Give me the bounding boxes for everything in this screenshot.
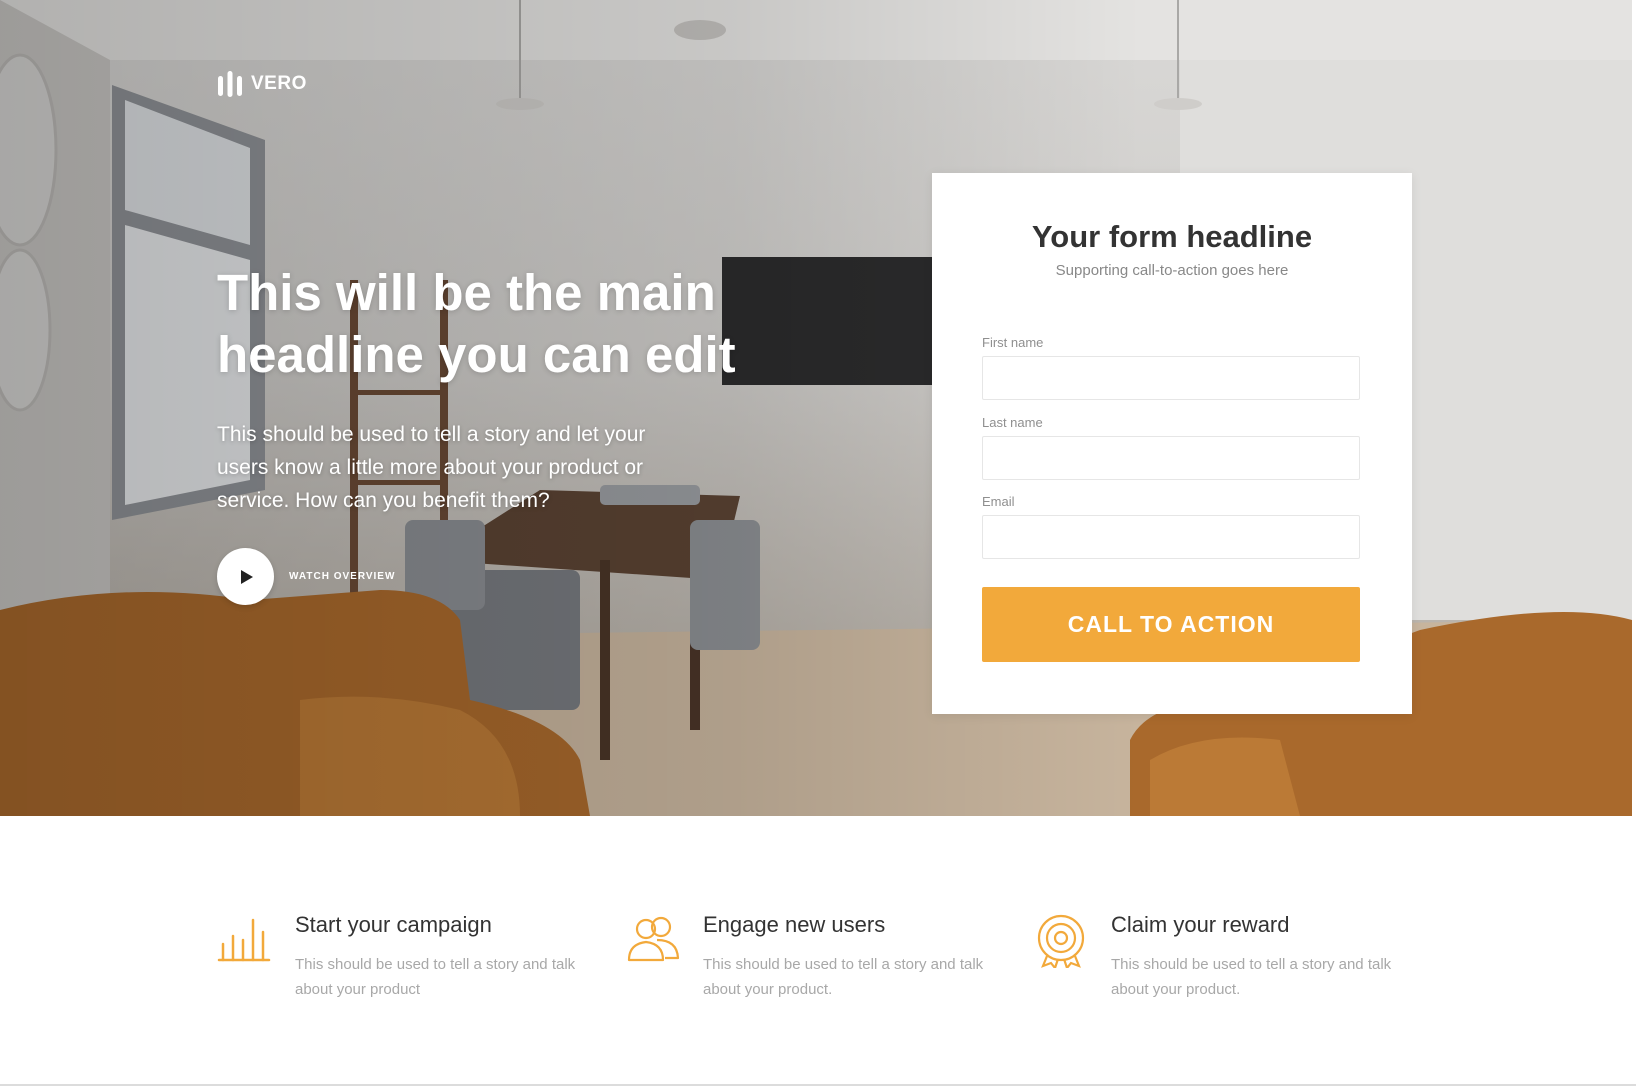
hero-section: VERO This will be the main headline you … xyxy=(0,0,1632,816)
hero-body-text: This should be used to tell a story and … xyxy=(217,423,646,512)
last-name-label: Last name xyxy=(982,415,1043,430)
users-icon xyxy=(627,916,680,962)
feature-title: Claim your reward xyxy=(1111,912,1290,937)
form-headline: Your form headline xyxy=(1031,219,1313,254)
hero-headline: This will be the main headline you can e… xyxy=(217,264,736,383)
page-bottom-divider xyxy=(0,1084,1636,1086)
watch-overview-label: WATCH OVERVIEW xyxy=(289,571,396,582)
brand-logo[interactable]: VERO xyxy=(217,70,307,98)
first-name-field[interactable] xyxy=(982,356,1360,400)
feature-item: Claim your reward This should be used to… xyxy=(1033,912,1423,1022)
feature-description: This should be used to tell a story and … xyxy=(1111,956,1392,998)
feature-description: This should be used to tell a story and … xyxy=(703,956,984,998)
watch-overview-link[interactable]: WATCH OVERVIEW xyxy=(217,548,395,605)
play-button[interactable] xyxy=(217,548,274,605)
bar-chart-icon xyxy=(217,918,271,962)
feature-item: Engage new users This should be used to … xyxy=(625,912,1015,1022)
features-section: Start your campaign This should be used … xyxy=(0,816,1636,1088)
brand-name: VERO xyxy=(251,73,307,94)
first-name-label: First name xyxy=(982,335,1044,350)
feature-title: Start your campaign xyxy=(295,912,492,937)
form-subheadline: Supporting call-to-action goes here xyxy=(1055,262,1289,279)
last-name-field[interactable] xyxy=(982,436,1360,480)
play-icon xyxy=(241,569,253,584)
email-label: Email xyxy=(982,494,1015,509)
email-field[interactable] xyxy=(982,515,1360,559)
feature-title: Engage new users xyxy=(703,912,886,937)
signup-form-card: Your form headline Supporting call-to-ac… xyxy=(932,173,1412,714)
call-to-action-button[interactable]: CALL TO ACTION xyxy=(982,587,1360,662)
vero-bars-icon xyxy=(218,71,242,97)
feature-description: This should be used to tell a story and … xyxy=(295,956,576,998)
feature-item: Start your campaign This should be used … xyxy=(217,912,607,1022)
landing-page: VERO This will be the main headline you … xyxy=(0,0,1636,1088)
target-award-icon xyxy=(1037,914,1085,968)
